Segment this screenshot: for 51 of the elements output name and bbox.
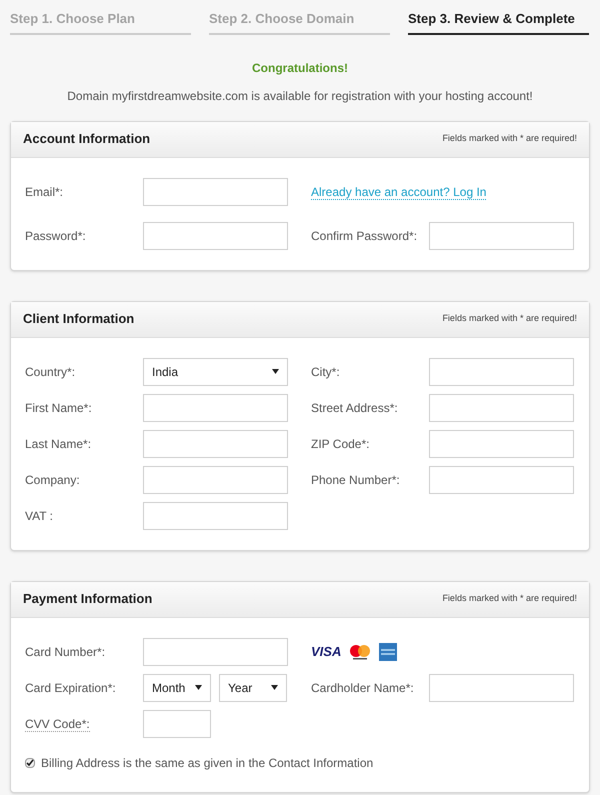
field-label: ZIP Code*: bbox=[311, 436, 370, 452]
text-field[interactable] bbox=[143, 222, 288, 250]
field-label: Card Number*: bbox=[25, 644, 106, 660]
field-label: Phone Number*: bbox=[311, 472, 401, 488]
text-field[interactable] bbox=[429, 430, 574, 458]
mastercard-logo bbox=[349, 644, 372, 660]
billing-checkbox[interactable] bbox=[25, 758, 35, 768]
text-field[interactable] bbox=[143, 638, 288, 666]
caret-icon bbox=[271, 685, 278, 690]
field-label: Country*: bbox=[25, 364, 76, 380]
date-select[interactable]: Year bbox=[219, 674, 287, 702]
field-label: City*: bbox=[311, 364, 341, 380]
field-label: Confirm Password*: bbox=[311, 228, 418, 244]
field-label: Street Address*: bbox=[311, 400, 399, 416]
field-label: Last Name*: bbox=[25, 436, 92, 452]
text-field[interactable] bbox=[429, 674, 574, 702]
field-label: Cardholder Name*: bbox=[311, 680, 415, 696]
text-field[interactable] bbox=[429, 358, 574, 386]
caret-icon bbox=[195, 685, 202, 690]
availability-message: Domain myfirstdreamwebsite.com is available for registration with your hosting account! bbox=[66, 88, 534, 104]
check-icon bbox=[26, 758, 34, 766]
field-label: VAT : bbox=[25, 508, 54, 524]
text-field[interactable] bbox=[143, 178, 288, 206]
section-title: Client Information bbox=[23, 310, 134, 328]
required-note: Fields marked with * are required! bbox=[442, 132, 577, 146]
text-field[interactable] bbox=[143, 710, 211, 738]
text-field[interactable] bbox=[429, 222, 574, 250]
text-field[interactable] bbox=[143, 466, 288, 494]
field-label: Email*: bbox=[25, 184, 64, 200]
text-field[interactable] bbox=[143, 430, 288, 458]
caret-icon bbox=[272, 369, 279, 374]
field-label: Password*: bbox=[25, 228, 87, 244]
field-label: CVV Code*: bbox=[25, 716, 91, 732]
field-label: Card Expiration*: bbox=[25, 680, 117, 696]
congrats-title: Congratulations! bbox=[251, 60, 349, 76]
text-field[interactable] bbox=[429, 394, 574, 422]
checkbox-label: Billing Address is the same as given in the Contact Information bbox=[41, 754, 374, 772]
country-select[interactable]: India bbox=[143, 358, 288, 386]
section-title: Account Information bbox=[23, 130, 150, 148]
section-title: Payment Information bbox=[23, 590, 152, 608]
field-label: Company: bbox=[25, 472, 81, 488]
date-select[interactable]: Month bbox=[143, 674, 211, 702]
amex-logo bbox=[379, 642, 398, 660]
step-tab[interactable]: Step 3. Review & Complete bbox=[408, 9, 589, 34]
text-field[interactable] bbox=[143, 394, 288, 422]
visa-logo: VISA bbox=[311, 642, 342, 661]
field-label: First Name*: bbox=[25, 400, 93, 416]
text-field[interactable] bbox=[143, 502, 288, 530]
required-note: Fields marked with * are required! bbox=[442, 312, 577, 326]
text-field[interactable] bbox=[429, 466, 574, 494]
required-note: Fields marked with * are required! bbox=[442, 592, 577, 606]
